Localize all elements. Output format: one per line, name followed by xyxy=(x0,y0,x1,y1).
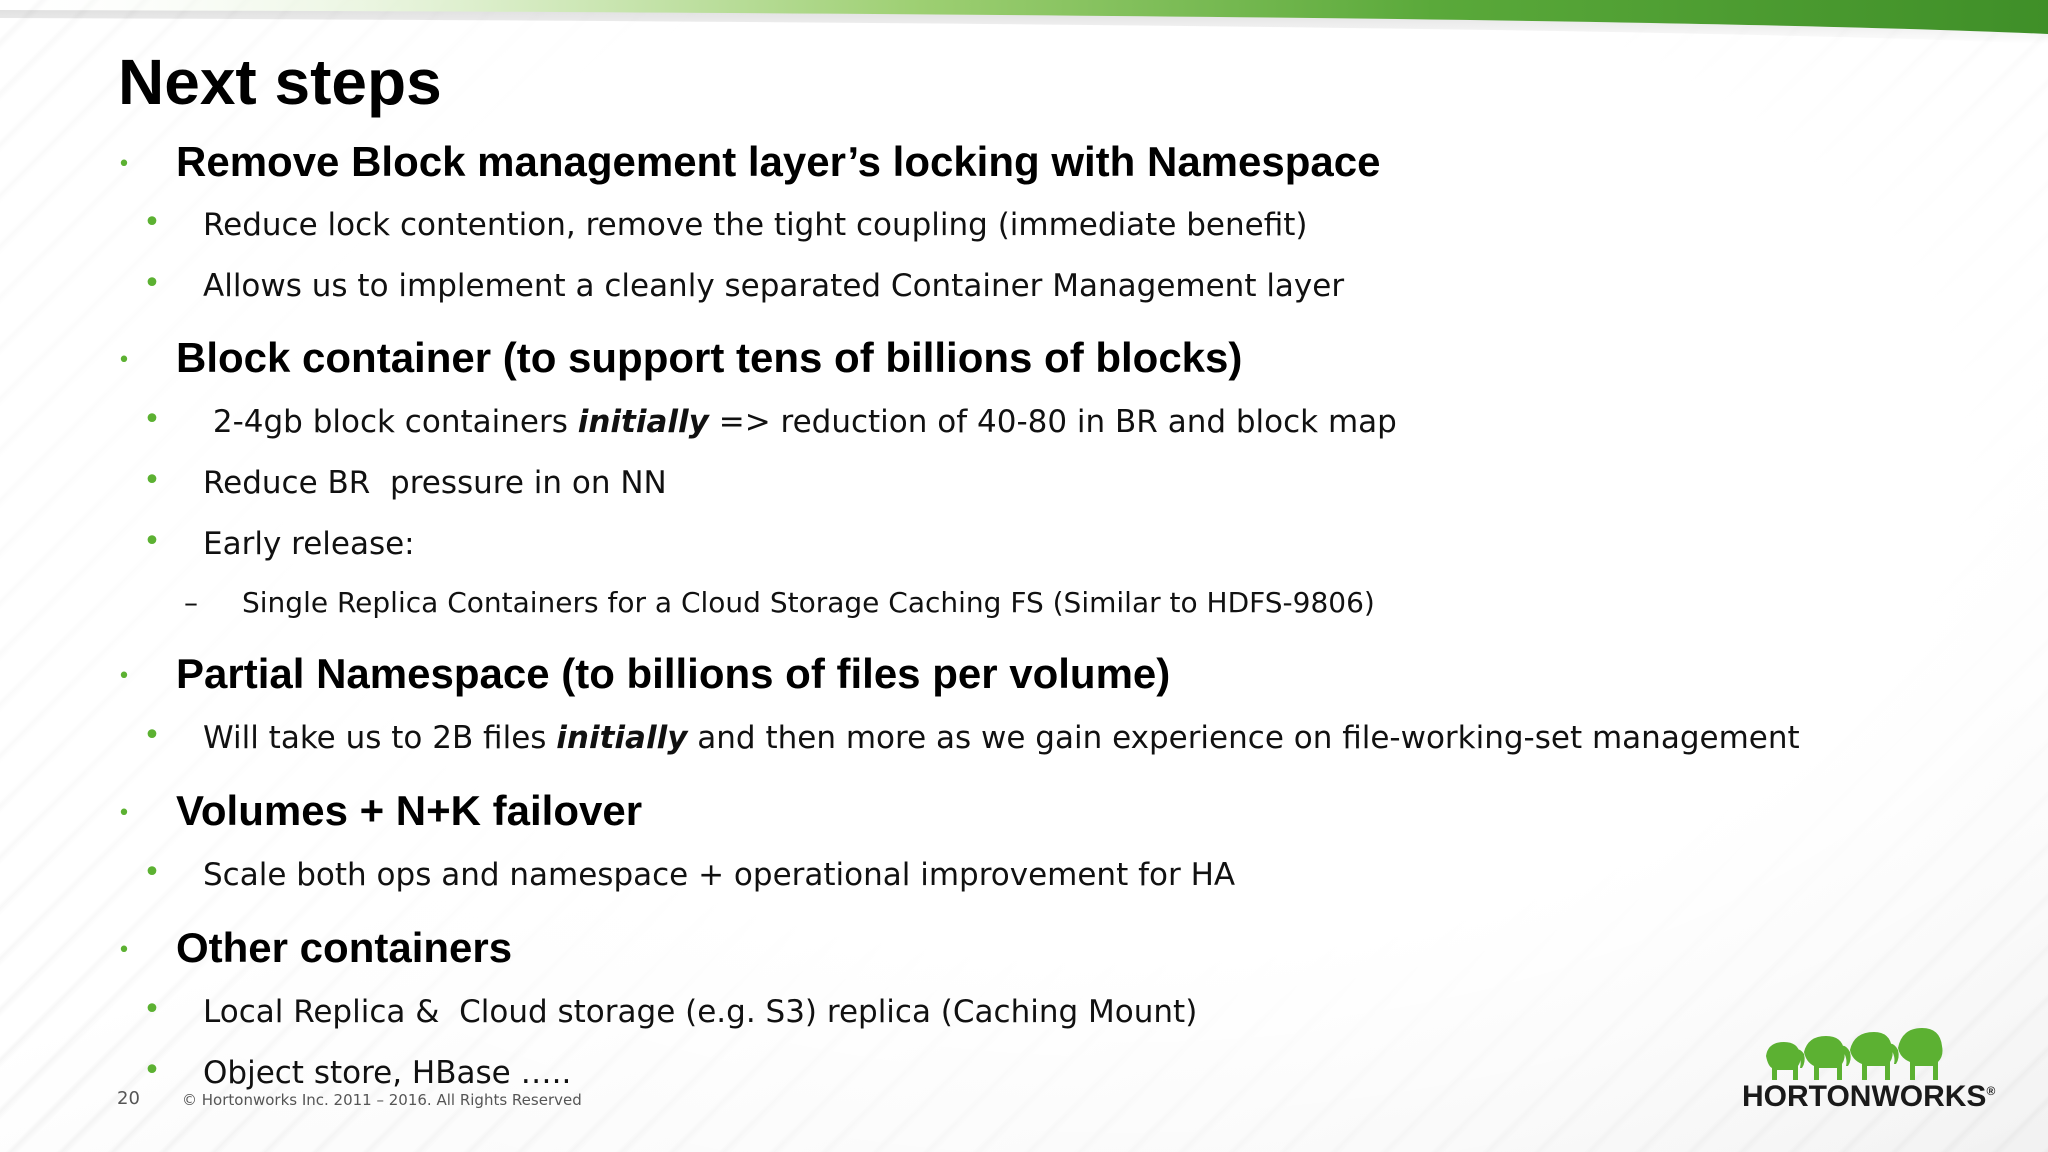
bullet-icon: • xyxy=(117,938,131,963)
page-number: 20 xyxy=(117,1088,140,1109)
bullet-heading: Block container (to support tens of bill… xyxy=(176,334,1243,381)
hortonworks-logo: HORTONWORKS® xyxy=(1742,1026,1995,1116)
emphasis-text: initially xyxy=(577,404,709,440)
sub-bullet-text: Allows us to implement a cleanly separat… xyxy=(203,268,1345,304)
bullet-icon: • xyxy=(117,664,131,689)
bullet-icon: • xyxy=(117,152,131,177)
sub-bullet-text: Early release: xyxy=(203,526,415,562)
logo-wordmark: HORTONWORKS® xyxy=(1742,1080,1995,1114)
bullet-heading: Volumes + N+K failover xyxy=(176,787,643,834)
sub-bullet-text: Will take us to 2B files initially and t… xyxy=(203,720,1800,756)
text-run: Will take us to 2B files xyxy=(203,720,557,756)
bullet-icon: • xyxy=(143,992,161,1027)
sub-bullet-text: Local Replica & Cloud storage (e.g. S3) … xyxy=(203,994,1198,1030)
text-run: => reduction of 40-80 in BR and block ma… xyxy=(708,404,1397,440)
bullet-heading: Remove Block management layer’s locking … xyxy=(176,138,1381,185)
bullet-icon: • xyxy=(143,205,161,240)
elephants-herd-icon xyxy=(1766,1028,1943,1080)
bullet-icon: • xyxy=(143,463,161,498)
bullet-icon: • xyxy=(143,1053,161,1088)
bullet-icon: • xyxy=(143,718,161,753)
bullet-icon: • xyxy=(117,801,131,826)
bullet-icon: • xyxy=(143,402,161,437)
slide: Next steps • Remove Block management lay… xyxy=(0,0,2048,1152)
text-run: and then more as we gain experience on f… xyxy=(687,720,1800,756)
bullet-list: • Remove Block management layer’s lockin… xyxy=(0,0,2048,1152)
bullet-icon: • xyxy=(143,855,161,890)
sub-bullet-text: 2-4gb block containers initially => redu… xyxy=(203,404,1397,440)
sub-sub-bullet-text: Single Replica Containers for a Cloud St… xyxy=(242,586,1375,619)
sub-bullet-text: Reduce BR pressure in on NN xyxy=(203,465,667,501)
bullet-heading: Other containers xyxy=(176,924,513,971)
sub-bullet-text: Reduce lock contention, remove the tight… xyxy=(203,207,1308,243)
text-run: 2-4gb block containers xyxy=(203,404,578,440)
registered-mark: ® xyxy=(1986,1084,1996,1098)
sub-bullet-text: Object store, HBase ….. xyxy=(203,1055,572,1091)
copyright-text: © Hortonworks Inc. 2011 – 2016. All Righ… xyxy=(182,1091,582,1109)
bullet-icon: • xyxy=(117,348,131,373)
sub-bullet-text: Scale both ops and namespace + operation… xyxy=(203,857,1236,893)
bullet-heading: Partial Namespace (to billions of files … xyxy=(176,650,1171,697)
bullet-icon: • xyxy=(143,524,161,559)
logo-text: HORTONWORKS xyxy=(1742,1080,1987,1113)
emphasis-text: initially xyxy=(556,720,688,756)
dash-marker: – xyxy=(184,586,198,619)
bullet-icon: • xyxy=(143,266,161,301)
